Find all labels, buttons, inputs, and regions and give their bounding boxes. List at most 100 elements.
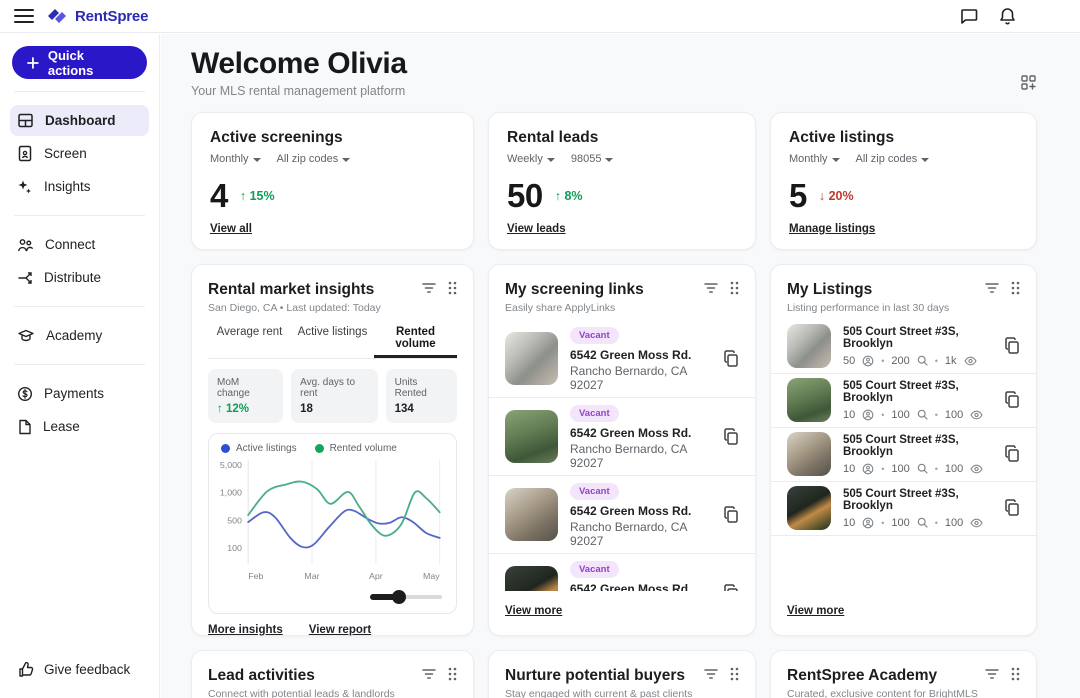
listing-row[interactable]: 505 Court Street #3S, Brooklyn 10 • 100 … <box>771 482 1036 536</box>
caret-down-icon <box>342 158 350 162</box>
screening-link-item[interactable]: Vacant 6542 Green Moss Rd. Rancho Bernar… <box>489 476 755 554</box>
filter-icon[interactable] <box>985 282 999 294</box>
copy-icon[interactable] <box>1004 337 1020 355</box>
screening-link-item[interactable]: Vacant 6542 Green Moss Rd. Rancho Bernar… <box>489 554 755 591</box>
drag-handle-icon[interactable] <box>448 667 457 681</box>
leads-count: 10 <box>843 517 855 529</box>
stat-card-title: Active screenings <box>210 129 455 147</box>
quick-actions-button[interactable]: Quick actions <box>12 46 147 79</box>
period-dropdown[interactable]: Monthly <box>789 153 840 165</box>
drag-handle-icon[interactable] <box>730 667 739 681</box>
insights-tabs: Average rent Active listings Rented volu… <box>208 326 457 359</box>
delta-value: 20% <box>829 189 854 203</box>
drag-handle-icon[interactable] <box>730 281 739 295</box>
filter-icon[interactable] <box>985 668 999 680</box>
slider-handle[interactable] <box>392 590 406 604</box>
zip-value: All zip codes <box>856 153 918 165</box>
copy-icon[interactable] <box>1004 445 1020 463</box>
mini-stat-box: MoM change ↑ 12% <box>208 369 283 423</box>
period-dropdown[interactable]: Weekly <box>507 153 555 165</box>
delta-value: 8% <box>564 189 582 203</box>
quick-actions-label: Quick actions <box>48 48 132 78</box>
copy-icon[interactable] <box>723 584 739 592</box>
sidebar-item-academy[interactable]: Academy <box>10 320 149 351</box>
copy-icon[interactable] <box>1004 499 1020 517</box>
sidebar-item-screen[interactable]: Screen <box>10 138 149 169</box>
menu-icon[interactable] <box>14 9 34 23</box>
views-count: 100 <box>945 517 963 529</box>
sidebar-item-payments[interactable]: Payments <box>10 378 149 409</box>
bottom-card: Lead activities Connect with potential l… <box>191 650 474 698</box>
period-dropdown[interactable]: Monthly <box>210 153 261 165</box>
property-photo <box>505 566 558 591</box>
insights-tab[interactable]: Active listings <box>291 326 374 358</box>
copy-icon[interactable] <box>723 350 739 368</box>
listing-row[interactable]: 505 Court Street #3S, Brooklyn 10 • 100 … <box>771 428 1036 482</box>
separator: • <box>881 356 884 366</box>
widgets-row: Rental market insights San Diego, CA • L… <box>191 264 1037 636</box>
more-insights-link[interactable]: More insights <box>208 624 283 636</box>
insights-tab[interactable]: Average rent <box>208 326 291 358</box>
filter-icon[interactable] <box>422 282 436 294</box>
bottom-cards-row: Lead activities Connect with potential l… <box>191 650 1037 698</box>
sidebar-item-dashboard[interactable]: Dashboard <box>10 105 149 136</box>
stat-card-link[interactable]: View all <box>210 223 455 235</box>
zip-dropdown[interactable]: All zip codes <box>277 153 351 165</box>
drag-handle-icon[interactable] <box>448 281 457 295</box>
rentspree-logo-icon <box>46 6 68 26</box>
drag-handle-icon[interactable] <box>1011 281 1020 295</box>
stat-card-link[interactable]: View leads <box>507 223 737 235</box>
divider <box>14 306 145 307</box>
copy-icon[interactable] <box>723 506 739 524</box>
divider <box>14 91 145 92</box>
search-icon <box>917 409 928 420</box>
stat-card-title: Active listings <box>789 129 1018 147</box>
card-title: Nurture potential buyers <box>505 667 692 685</box>
separator: • <box>881 518 884 528</box>
copy-icon[interactable] <box>1004 391 1020 409</box>
view-more-link[interactable]: View more <box>787 605 844 617</box>
screening-link-item[interactable]: Vacant 6542 Green Moss Rd. Rancho Bernar… <box>489 398 755 476</box>
zip-dropdown[interactable]: All zip codes <box>856 153 930 165</box>
mini-stat-label: MoM change <box>217 377 274 399</box>
sidebar-item-lease[interactable]: Lease <box>10 411 149 442</box>
property-photo <box>787 324 831 368</box>
zip-dropdown[interactable]: 98055 <box>571 153 614 165</box>
chart-range-slider[interactable] <box>370 590 442 604</box>
drag-handle-icon[interactable] <box>1011 667 1020 681</box>
view-more-link[interactable]: View more <box>505 605 562 617</box>
view-report-link[interactable]: View report <box>309 624 371 636</box>
listing-row[interactable]: 505 Court Street #3S, Brooklyn 10 • 100 … <box>771 374 1036 428</box>
screening-link-item[interactable]: Vacant 6542 Green Moss Rd. Rancho Bernar… <box>489 320 755 398</box>
chat-icon[interactable] <box>960 8 979 25</box>
sidebar-item-label: Screen <box>44 146 87 161</box>
add-widget-icon[interactable] <box>1020 74 1037 98</box>
stat-delta: ↑ 8% <box>555 189 583 203</box>
filter-icon[interactable] <box>704 282 718 294</box>
sidebar-item-distribute[interactable]: Distribute <box>10 262 149 293</box>
insights-tab[interactable]: Rented volume <box>374 326 457 358</box>
sidebar-item-connect[interactable]: Connect <box>10 229 149 260</box>
filter-icon[interactable] <box>704 668 718 680</box>
screening-links-list: Vacant 6542 Green Moss Rd. Rancho Bernar… <box>489 320 755 591</box>
eye-icon <box>964 356 977 366</box>
copy-icon[interactable] <box>723 428 739 446</box>
dollar-circle-icon <box>17 386 33 402</box>
brand-logo[interactable]: RentSpree <box>46 6 148 26</box>
give-feedback-button[interactable]: Give feedback <box>0 645 159 698</box>
legend-item: Active listings <box>221 443 297 454</box>
search-icon <box>917 463 928 474</box>
sidebar: Quick actions Dashboard Screen Insights … <box>0 34 160 698</box>
delta-value: 15% <box>250 189 275 203</box>
dashboard-icon <box>17 112 34 129</box>
sidebar-item-insights[interactable]: Insights <box>10 171 149 202</box>
svg-text:May: May <box>423 571 440 581</box>
filter-icon[interactable] <box>422 668 436 680</box>
zip-value: All zip codes <box>277 153 339 165</box>
sidebar-item-label: Distribute <box>44 270 101 285</box>
views-count: 100 <box>945 463 963 475</box>
period-value: Monthly <box>210 153 249 165</box>
stat-card-link[interactable]: Manage listings <box>789 223 1018 235</box>
listing-row[interactable]: 505 Court Street #3S, Brooklyn 50 • 200 … <box>771 320 1036 374</box>
bell-icon[interactable] <box>999 7 1016 26</box>
